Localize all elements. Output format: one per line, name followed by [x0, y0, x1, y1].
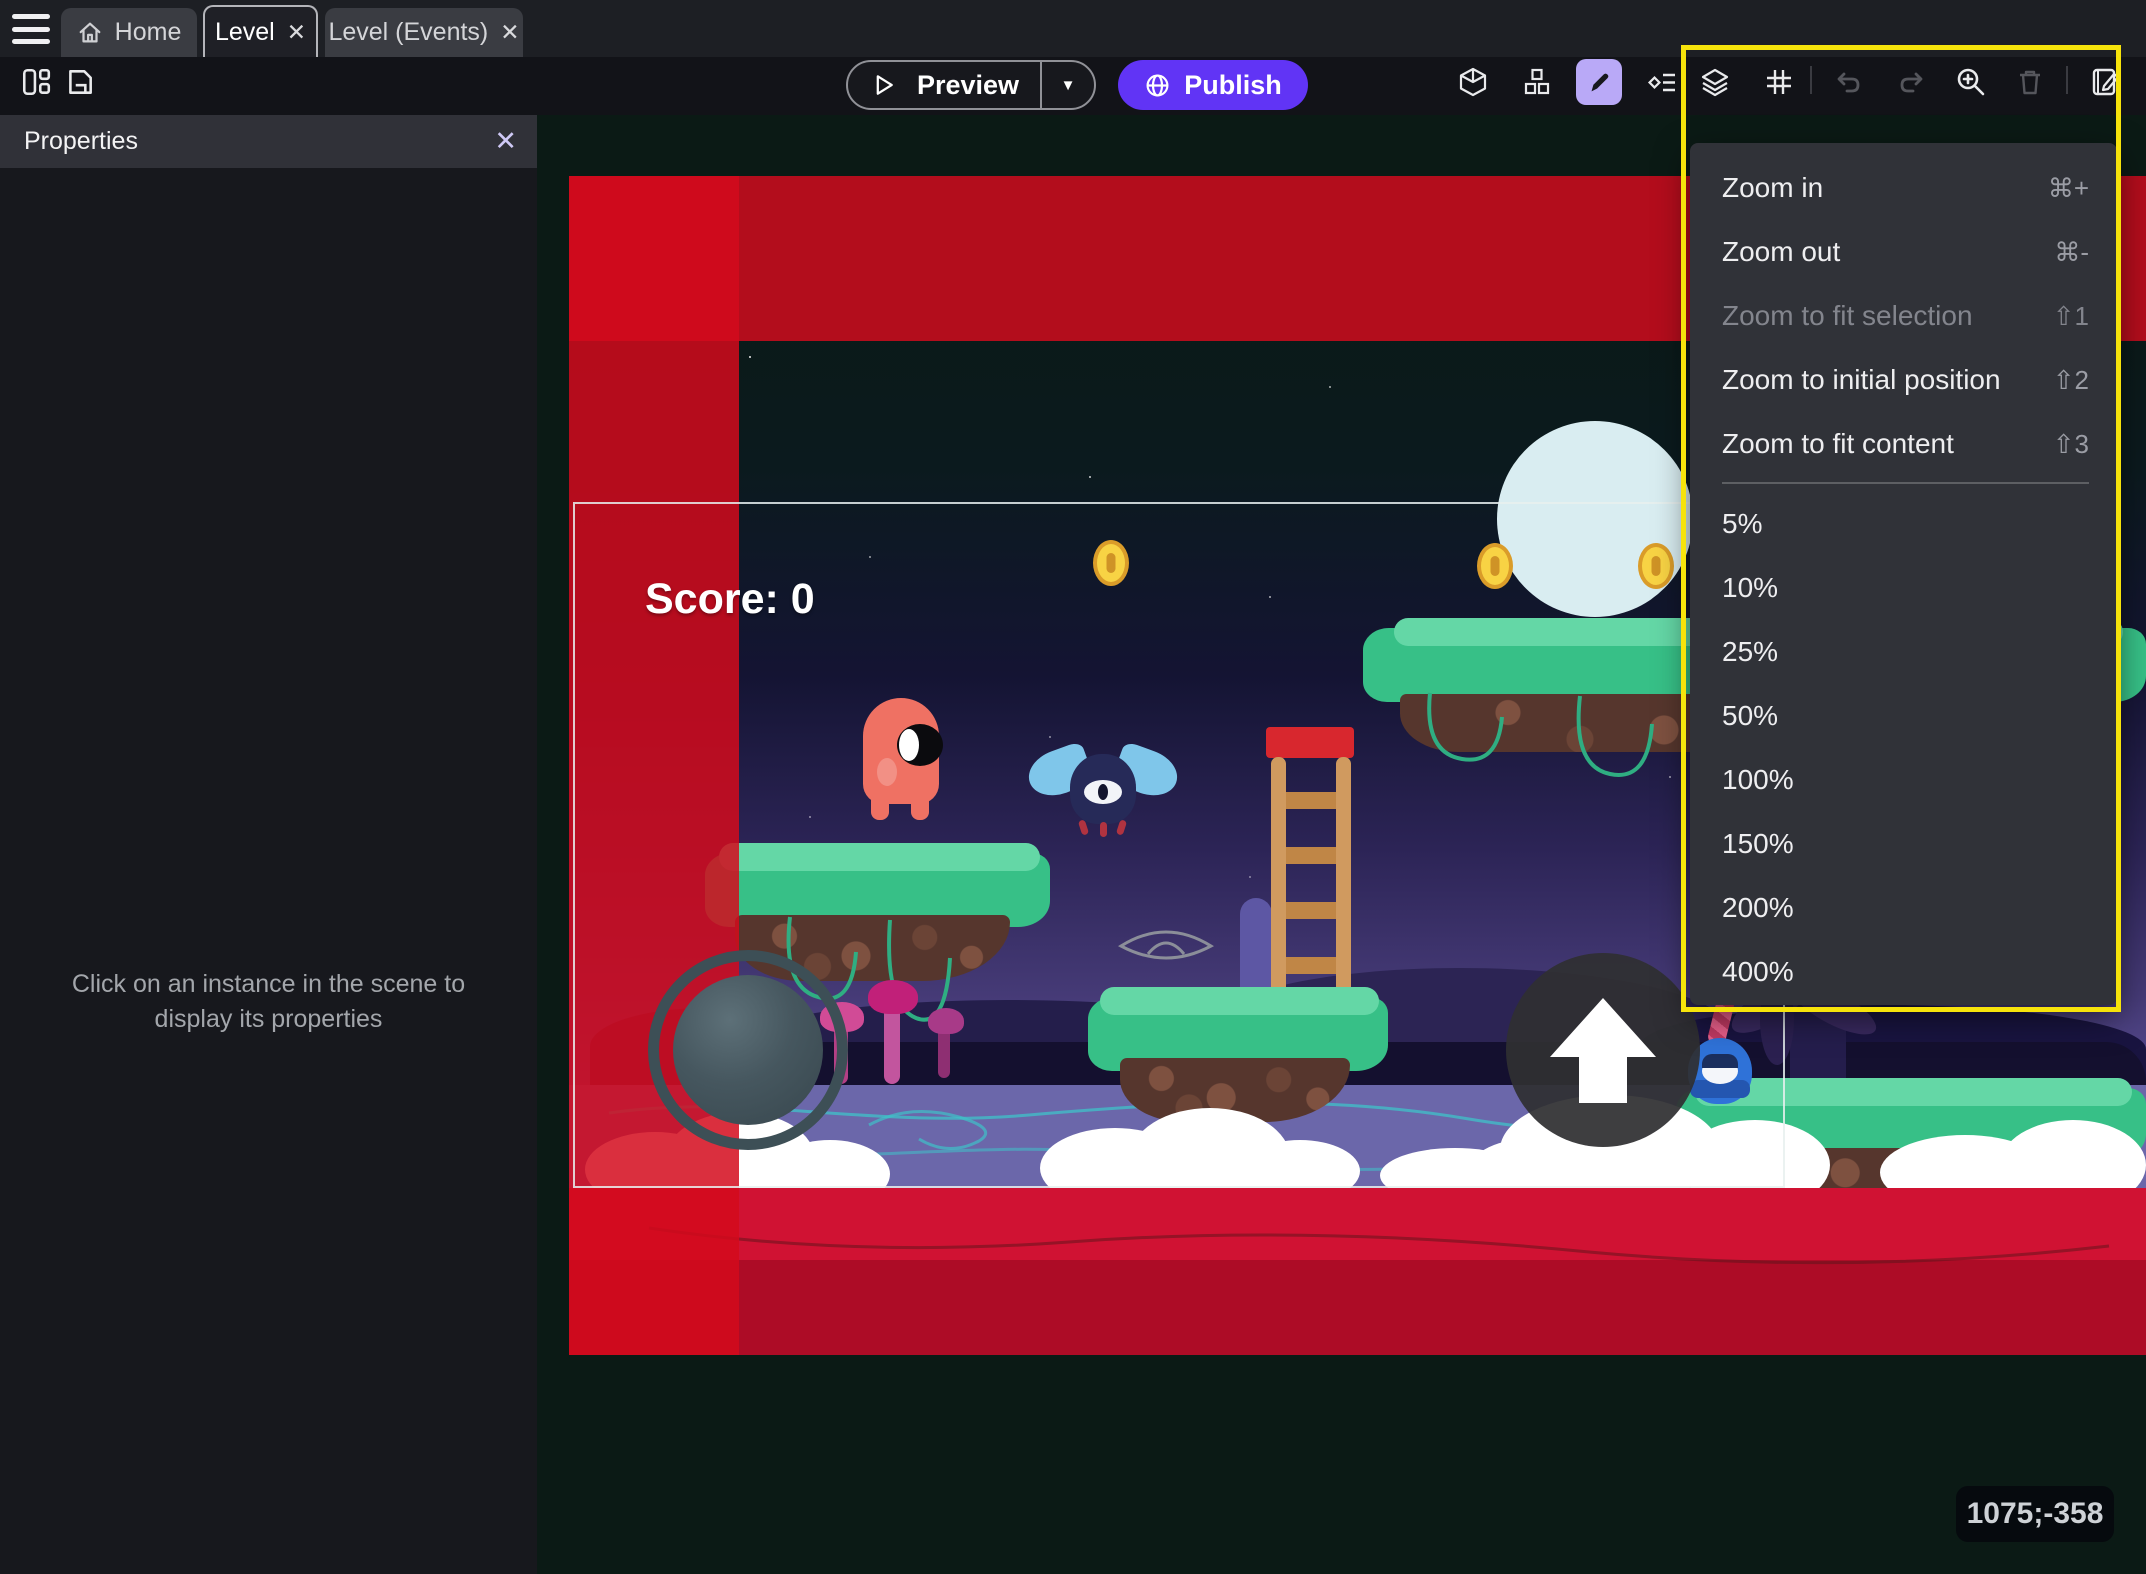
- close-icon[interactable]: ✕: [500, 19, 519, 46]
- layout-icon: [22, 68, 51, 96]
- globe-icon: [1146, 74, 1169, 96]
- gdevelop-window: Home Level ✕ Level (Events) ✕ Preview ▼ …: [0, 0, 2146, 1574]
- main-menu-icon[interactable]: [12, 14, 50, 44]
- tab-home-label: Home: [114, 18, 182, 46]
- close-icon[interactable]: ✕: [494, 115, 517, 168]
- score-text: Score: 0: [645, 575, 815, 623]
- preview-dropdown-arrow[interactable]: ▼: [1042, 77, 1094, 94]
- close-icon[interactable]: ✕: [287, 19, 306, 46]
- properties-empty-hint: Click on an instance in the scene to dis…: [71, 970, 466, 1033]
- properties-panel-title: Properties: [24, 127, 138, 155]
- tab-level-label: Level: [214, 17, 275, 46]
- pencil-icon: [1591, 73, 1609, 92]
- tab-home[interactable]: Home: [61, 8, 197, 57]
- highlight-rectangle: [1681, 45, 2121, 1012]
- objects-panel-button[interactable]: [1517, 62, 1557, 102]
- instances-list-icon: [1647, 73, 1675, 92]
- cursor-coordinates-badge: 1075;-358: [1956, 1486, 2114, 1542]
- properties-panel-header: Properties ✕: [0, 115, 537, 168]
- preview-button-label: Preview: [916, 69, 1020, 100]
- instances-list-button[interactable]: [1643, 62, 1683, 102]
- save-icon: [69, 70, 92, 94]
- publish-button-label: Publish: [1184, 69, 1282, 100]
- tab-level-events-label: Level (Events): [328, 18, 489, 46]
- cube-icon: [1459, 67, 1487, 97]
- toggle-panels-button[interactable]: [16, 62, 56, 102]
- tab-level[interactable]: Level ✕: [203, 5, 318, 57]
- tab-level-events[interactable]: Level (Events) ✕: [325, 8, 523, 57]
- preview-button[interactable]: Preview ▼: [846, 60, 1096, 110]
- play-icon: [876, 75, 893, 95]
- ground-band: [569, 1188, 2146, 1355]
- scene-3d-view-button[interactable]: [1453, 62, 1493, 102]
- home-icon: [79, 22, 101, 42]
- save-button[interactable]: [60, 62, 100, 102]
- edit-tool-button[interactable]: [1576, 59, 1622, 105]
- properties-panel: Properties ✕ Click on an instance in the…: [0, 115, 537, 1574]
- publish-button[interactable]: Publish: [1118, 60, 1308, 110]
- objects-icon: [1524, 68, 1550, 95]
